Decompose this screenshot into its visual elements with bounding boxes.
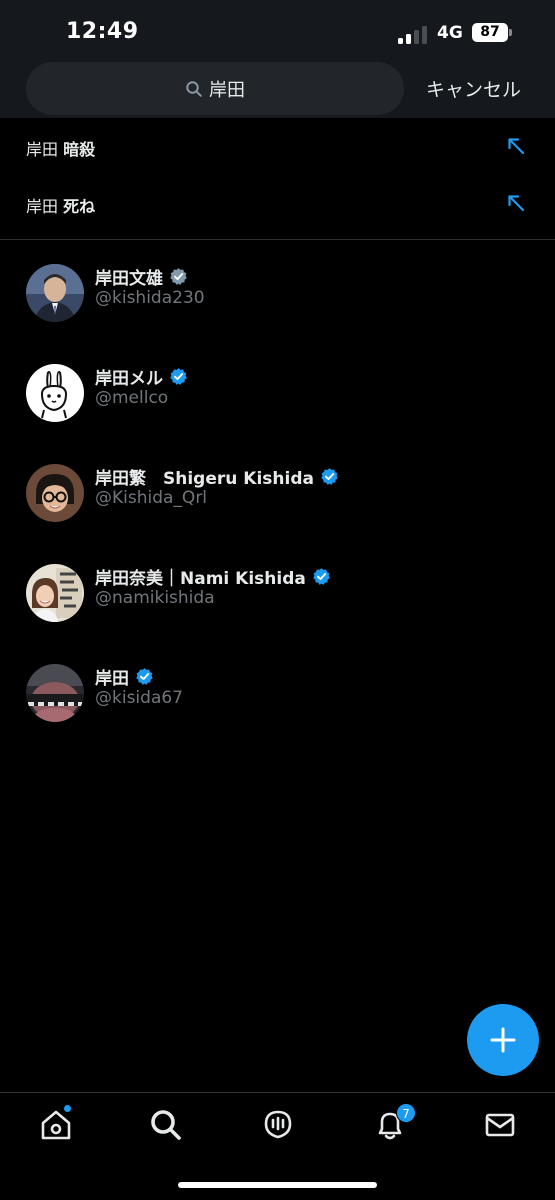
user-handle: @namikishida [95, 588, 215, 608]
user-result-row[interactable]: 岸田 @kisida67 [0, 664, 555, 736]
battery-nub [509, 29, 512, 36]
verified-icon [170, 268, 187, 285]
search-suggestion[interactable]: 岸田 死ね [0, 179, 555, 229]
spaces-icon[interactable] [260, 1107, 296, 1143]
suggestion-prefix: 岸田 [26, 140, 59, 159]
suggestion-suffix: 暗殺 [63, 140, 96, 159]
verified-icon [170, 368, 187, 385]
user-handle: @mellco [95, 388, 169, 408]
home-unread-dot [63, 1104, 72, 1113]
battery-icon: 87 [472, 23, 508, 42]
cellular-signal-icon [398, 24, 430, 44]
clock: 12:49 [66, 19, 139, 44]
user-handle: @Kishida_Qrl [95, 488, 208, 508]
user-name-text: 岸田奈美｜Nami Kishida [95, 569, 306, 589]
search-header: 岸田 キャンセル [0, 62, 555, 118]
suggestion-suffix: 死ね [63, 197, 96, 216]
search-suggestion[interactable]: 岸田 暗殺 [0, 122, 555, 172]
user-name: 岸田メル [95, 364, 188, 389]
user-result-row[interactable]: 岸田繁 Shigeru Kishida @Kishida_Qrl [0, 464, 555, 536]
user-result-row[interactable]: 岸田メル @mellco [0, 364, 555, 436]
verified-icon [321, 468, 338, 485]
avatar[interactable] [26, 264, 84, 322]
user-name: 岸田文雄 [95, 264, 188, 289]
user-name: 岸田奈美｜Nami Kishida [95, 564, 331, 589]
compose-button[interactable] [467, 1004, 539, 1076]
avatar[interactable] [26, 664, 84, 722]
user-result-row[interactable]: 岸田文雄 @kishida230 [0, 264, 555, 336]
plus-icon [490, 1027, 516, 1053]
suggestion-label: 岸田 暗殺 [26, 136, 95, 160]
avatar[interactable] [26, 564, 84, 622]
user-handle: @kishida230 [95, 288, 205, 308]
avatar[interactable] [26, 364, 84, 422]
user-name-text: 岸田繁 Shigeru Kishida [95, 469, 314, 489]
verified-icon [313, 568, 330, 585]
arrow-up-left-icon[interactable] [506, 136, 526, 156]
mail-icon[interactable] [482, 1107, 518, 1143]
arrow-up-left-icon[interactable] [506, 193, 526, 213]
divider [0, 239, 555, 240]
notifications-badge: 7 [396, 1103, 416, 1123]
user-name: 岸田繁 Shigeru Kishida [95, 464, 339, 489]
suggestion-prefix: 岸田 [26, 197, 59, 216]
verified-icon [136, 668, 153, 685]
home-indicator[interactable] [178, 1182, 377, 1188]
status-bar: 12:49 4G 87 [0, 0, 555, 62]
user-name: 岸田 [95, 664, 154, 689]
network-type: 4G [437, 23, 463, 43]
search-input[interactable]: 岸田 [26, 62, 404, 115]
avatar[interactable] [26, 464, 84, 522]
cancel-button[interactable]: キャンセル [426, 75, 521, 102]
user-result-row[interactable]: 岸田奈美｜Nami Kishida @namikishida [0, 564, 555, 636]
search-query: 岸田 [209, 79, 245, 101]
explore-icon[interactable] [148, 1107, 184, 1143]
user-name-text: 岸田 [95, 669, 129, 689]
suggestion-label: 岸田 死ね [26, 193, 95, 217]
user-name-text: 岸田メル [95, 369, 163, 389]
user-handle: @kisida67 [95, 688, 183, 708]
search-icon [186, 80, 202, 97]
user-name-text: 岸田文雄 [95, 269, 163, 289]
